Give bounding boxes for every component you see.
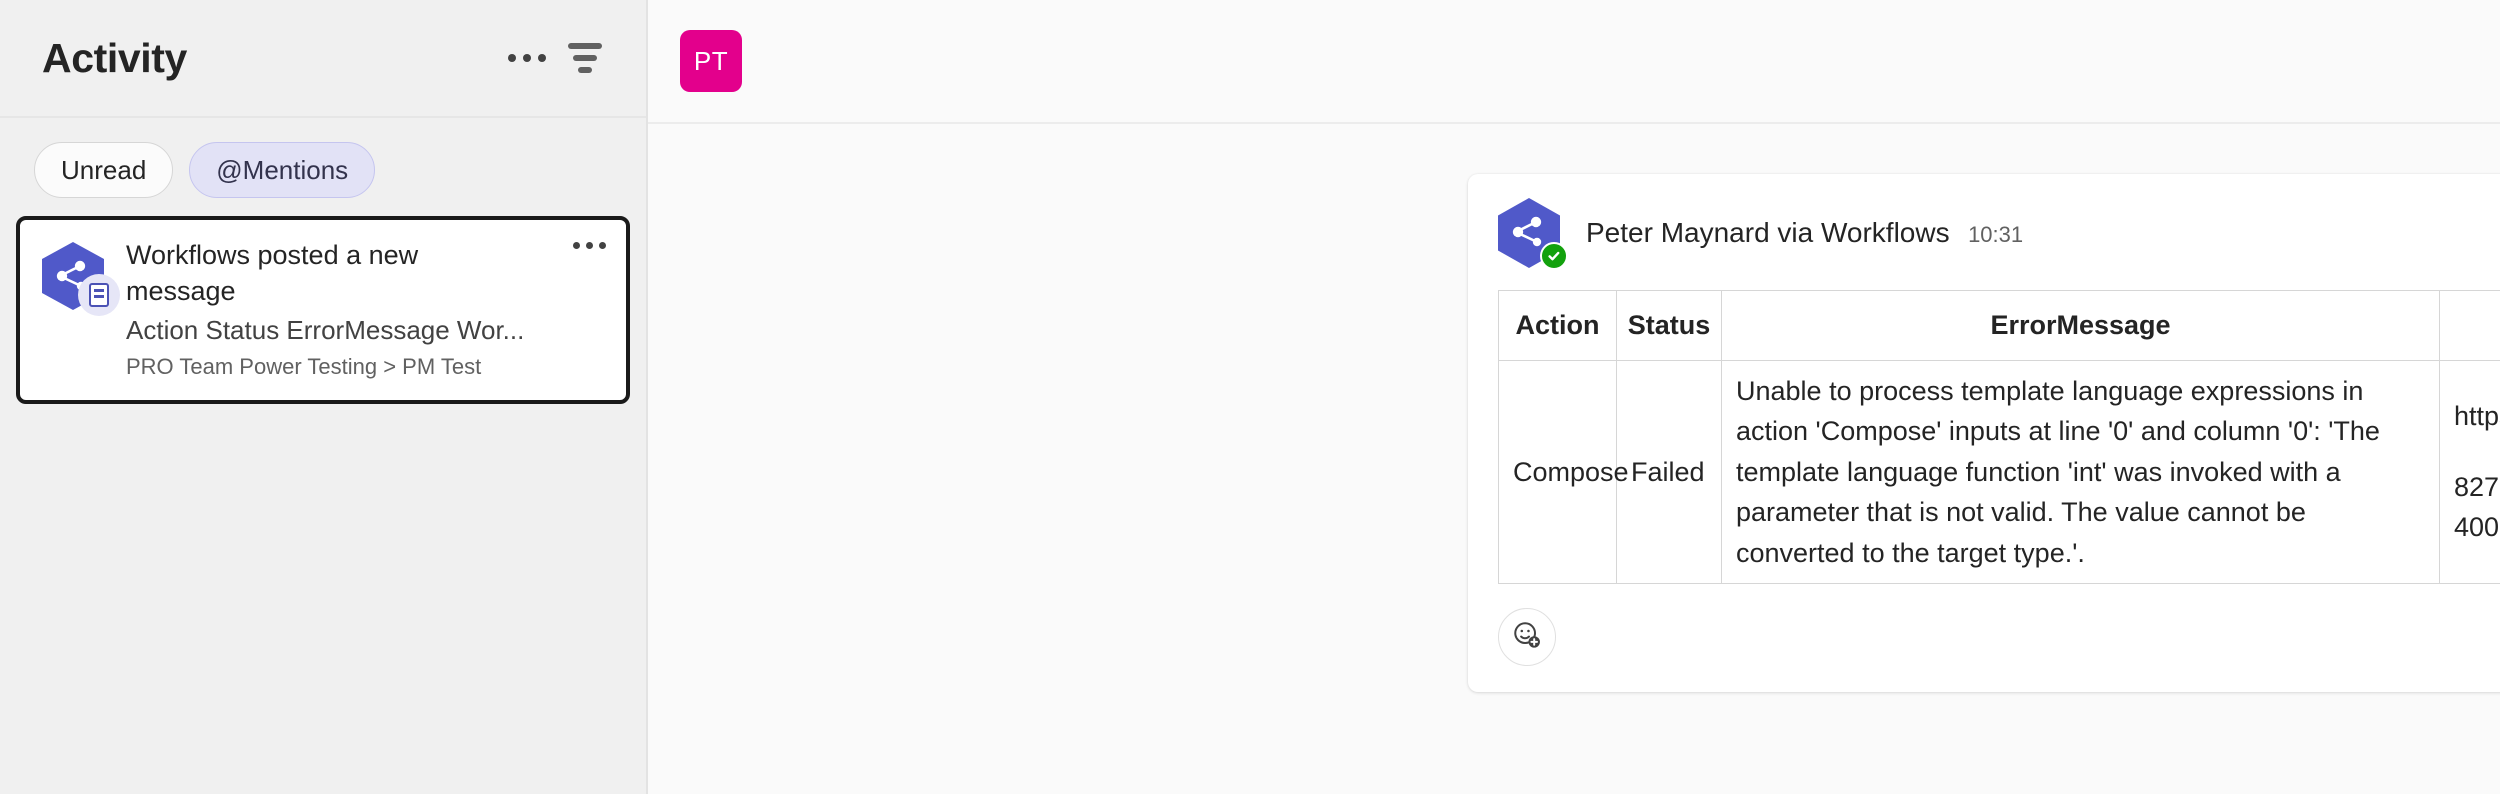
column-header-action: Action bbox=[1498, 290, 1617, 361]
message-timestamp: 10:31 bbox=[1968, 222, 2024, 247]
column-header-error: ErrorMessage bbox=[1721, 290, 2440, 361]
workflows-hexagon-icon bbox=[1498, 198, 1568, 270]
page-title: Activity bbox=[42, 34, 187, 81]
message-author-line: Peter Maynard via Workflows 10:31 bbox=[1586, 217, 2023, 249]
list-item-text: Workflows posted a new message Action St… bbox=[126, 238, 610, 380]
more-horizontal-icon bbox=[508, 54, 546, 62]
message-header: Peter Maynard via Workflows 10:31 bbox=[1498, 198, 2500, 270]
pill-unread-label: Unread bbox=[61, 154, 147, 185]
message-card: Peter Maynard via Workflows 10:31 Action… bbox=[1468, 174, 2500, 692]
cell-error-message: Unable to process template language expr… bbox=[1721, 359, 2440, 584]
message-actions bbox=[1498, 608, 2500, 666]
table-row: Compose Failed Unable to process templat… bbox=[1498, 359, 2500, 584]
filter-icon bbox=[568, 43, 602, 73]
workflow-url-line-2: 8273-8790a473c25c/runs/08584842033769353… bbox=[2454, 471, 2500, 543]
sidebar-more-button[interactable] bbox=[498, 29, 556, 87]
add-reaction-icon bbox=[1511, 619, 1543, 656]
activity-list: Workflows posted a new message Action St… bbox=[0, 216, 646, 405]
list-item-more-button[interactable] bbox=[573, 242, 606, 249]
message-badge-icon bbox=[78, 274, 120, 316]
activity-sidebar: Activity Unread @Mentions Workflows post… bbox=[0, 0, 648, 794]
message-scroll-area[interactable]: Peter Maynard via Workflows 10:31 Action… bbox=[648, 124, 2500, 794]
error-table: Action Status ErrorMessage Workflow URL … bbox=[1498, 290, 2500, 584]
pill-mentions[interactable]: @Mentions bbox=[189, 142, 376, 198]
add-reaction-button[interactable] bbox=[1498, 608, 1556, 666]
activity-filter-pills: Unread @Mentions bbox=[0, 118, 646, 216]
avatar-initials: PT bbox=[693, 45, 729, 76]
table-header-row: Action Status ErrorMessage Workflow URL bbox=[1498, 290, 2500, 361]
workflow-url-line-1: https://make.powerautomate.com/environme… bbox=[2454, 401, 2500, 431]
avatar[interactable]: PT bbox=[680, 30, 742, 92]
message-pane: PT Go to channel bbox=[648, 0, 2500, 794]
message-author: Peter Maynard via Workflows bbox=[1586, 217, 1950, 248]
pill-mentions-label: @Mentions bbox=[216, 154, 349, 185]
sidebar-header: Activity bbox=[0, 0, 646, 118]
message-pane-header: PT Go to channel bbox=[648, 0, 2500, 124]
workflows-hexagon-icon bbox=[42, 242, 120, 316]
available-check-icon bbox=[1540, 242, 1568, 270]
sidebar-filter-button[interactable] bbox=[556, 29, 614, 87]
list-item[interactable]: Workflows posted a new message Action St… bbox=[16, 216, 630, 405]
cell-action: Compose bbox=[1498, 359, 1629, 584]
column-header-status: Status bbox=[1616, 290, 1722, 361]
teams-activity-screen: Activity Unread @Mentions Workflows post… bbox=[0, 0, 2500, 794]
column-header-url: Workflow URL bbox=[2439, 290, 2500, 361]
cell-workflow-url: https://make.powerautomate.com/environme… bbox=[2439, 359, 2500, 584]
list-item-context: PRO Team Power Testing > PM Test bbox=[126, 354, 482, 380]
list-item-title: Workflows posted a new message bbox=[126, 240, 419, 306]
pill-unread[interactable]: Unread bbox=[34, 142, 174, 198]
cell-status: Failed bbox=[1616, 359, 1722, 584]
list-item-preview: Action Status ErrorMessage Wor... bbox=[126, 315, 525, 346]
